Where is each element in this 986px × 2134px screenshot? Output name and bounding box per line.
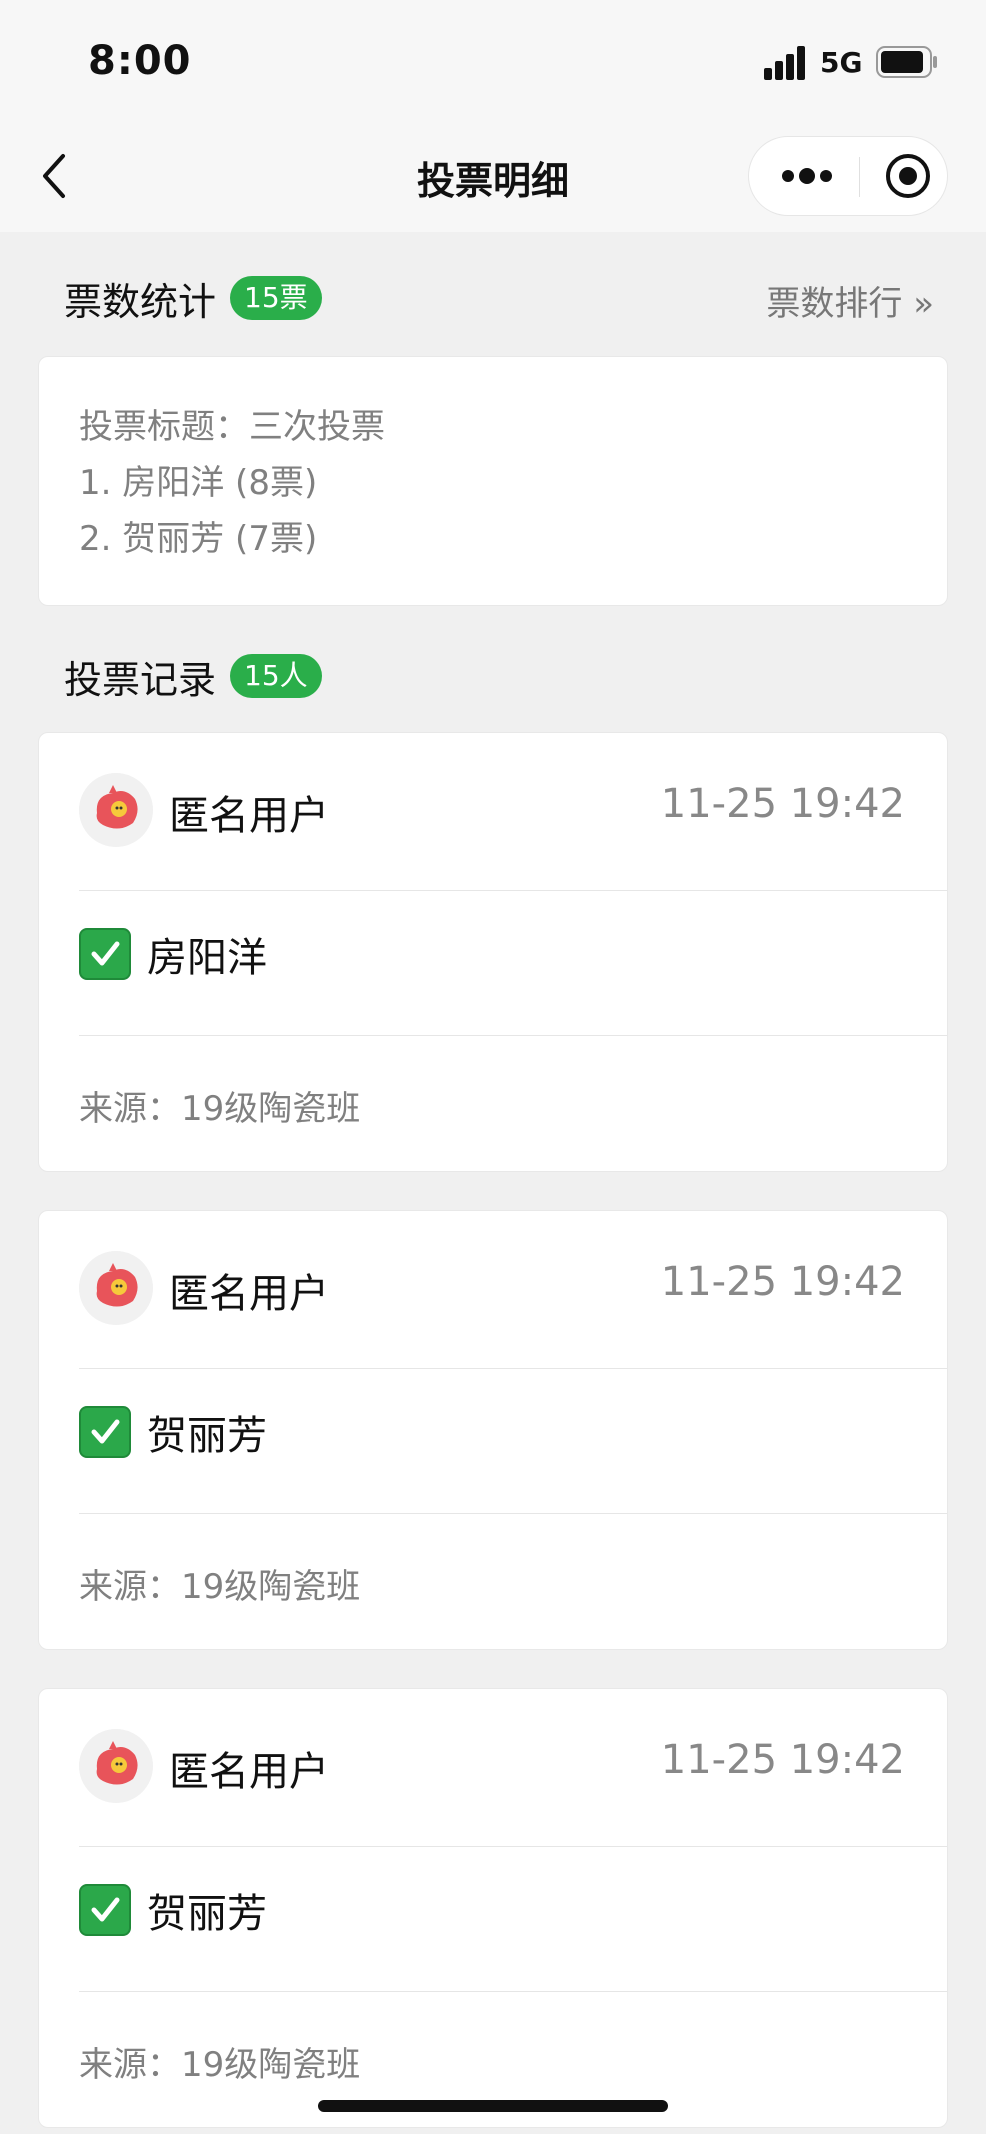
record-header: 匿名用户 11-25 19:42 (39, 1211, 947, 1365)
divider (79, 1368, 947, 1369)
vote-choice: 贺丽芳 (79, 1397, 267, 1467)
divider (79, 1513, 947, 1514)
vote-source: 来源：19级陶瓷班 (79, 2045, 361, 2085)
user-name: 匿名用户 (169, 793, 329, 839)
divider (79, 1035, 947, 1036)
records-title: 投票记录 (64, 657, 217, 702)
more-icon[interactable] (767, 137, 847, 215)
battery-icon (876, 46, 937, 78)
stats-title: 票数统计 (64, 279, 217, 324)
stats-line: 投票标题：三次投票 (79, 407, 385, 447)
stats-line: 1. 房阳洋 (8票) (79, 463, 318, 503)
vote-choice: 房阳洋 (79, 919, 267, 989)
stats-line: 2. 贺丽芳 (7票) (79, 519, 318, 559)
vote-time: 11-25 19:42 (660, 1259, 905, 1305)
choice-name: 房阳洋 (147, 935, 267, 981)
divider (79, 890, 947, 891)
voters-count-badge: 15人 (230, 654, 322, 698)
check-icon (79, 1406, 131, 1458)
user-name: 匿名用户 (169, 1271, 329, 1317)
signal-icon (764, 46, 805, 80)
records-header: 投票记录 15人 (64, 646, 322, 706)
target-icon[interactable] (869, 137, 947, 215)
vote-source: 来源：19级陶瓷班 (79, 1089, 361, 1129)
avatar-pig-icon (79, 1251, 153, 1325)
vote-time: 11-25 19:42 (660, 1737, 905, 1783)
check-icon (79, 1884, 131, 1936)
check-icon (79, 928, 131, 980)
capsule-divider (859, 157, 860, 197)
stats-header: 票数统计 15票 (64, 268, 322, 328)
choice-name: 贺丽芳 (147, 1413, 267, 1459)
status-bar: 8:00 5G (0, 0, 986, 120)
divider (79, 1846, 947, 1847)
vote-record-card[interactable]: 匿名用户 11-25 19:42 贺丽芳 来源：19级陶瓷班 (38, 1210, 948, 1650)
vote-record-card[interactable]: 匿名用户 11-25 19:42 贺丽芳 来源：19级陶瓷班 (38, 1688, 948, 2128)
record-header: 匿名用户 11-25 19:42 (39, 733, 947, 887)
divider (79, 1991, 947, 1992)
record-header: 匿名用户 11-25 19:42 (39, 1689, 947, 1843)
home-indicator (318, 2100, 668, 2112)
user-name: 匿名用户 (169, 1749, 329, 1795)
vote-source: 来源：19级陶瓷班 (79, 1567, 361, 1607)
mini-program-capsule (748, 136, 948, 216)
votes-count-badge: 15票 (230, 276, 322, 320)
vote-record-card[interactable]: 匿名用户 11-25 19:42 房阳洋 来源：19级陶瓷班 (38, 732, 948, 1172)
choice-name: 贺丽芳 (147, 1891, 267, 1937)
nav-bar: 投票明细 (0, 120, 986, 232)
vote-choice: 贺丽芳 (79, 1875, 267, 1945)
avatar-pig-icon (79, 773, 153, 847)
vote-ranking-link[interactable]: 票数排行 » (766, 276, 934, 325)
avatar-pig-icon (79, 1729, 153, 1803)
vote-time: 11-25 19:42 (660, 781, 905, 827)
network-label: 5G (820, 46, 863, 79)
stats-card: 投票标题：三次投票 1. 房阳洋 (8票) 2. 贺丽芳 (7票) (38, 356, 948, 606)
status-time: 8:00 (88, 38, 192, 84)
